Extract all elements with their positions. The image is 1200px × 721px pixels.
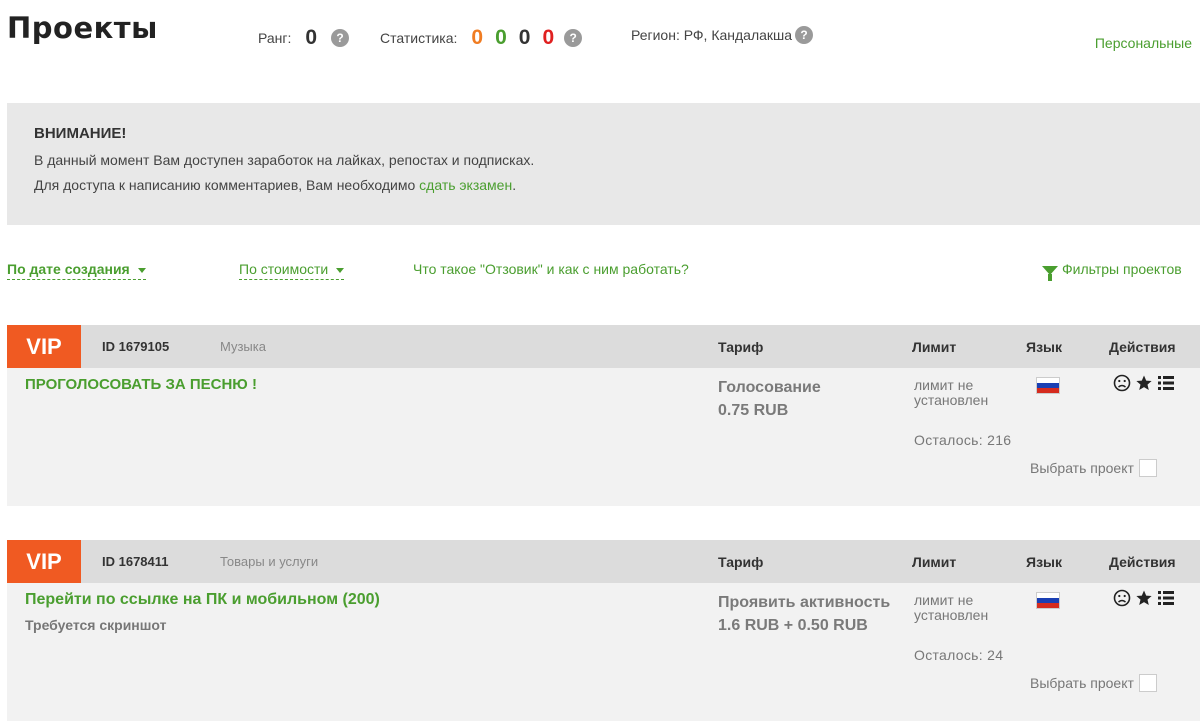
- notice-line-2-end: .: [512, 177, 517, 193]
- chevron-down-icon: [336, 267, 345, 273]
- project-limit: лимит не установлен: [914, 378, 988, 408]
- project-card-body: ПРОГОЛОСОВАТЬ ЗА ПЕСНЮ ! Голосование 0.7…: [7, 368, 1200, 506]
- select-project-checkbox[interactable]: [1138, 674, 1157, 692]
- column-language: Язык: [1026, 554, 1062, 570]
- project-card-header: VIP ID 1678411 Товары и услуги Тариф Лим…: [7, 540, 1200, 583]
- vip-badge: VIP: [7, 325, 81, 368]
- rank-stat: Ранг: 0 ?: [258, 26, 350, 50]
- list-icon[interactable]: [1157, 374, 1175, 392]
- column-tariff: Тариф: [718, 554, 764, 570]
- vip-badge: VIP: [7, 540, 81, 583]
- project-tariff: Голосование 0.75 RUB: [718, 376, 821, 422]
- stat-value-red: 0: [542, 26, 555, 49]
- filters-button[interactable]: Фильтры проектов: [1042, 261, 1182, 281]
- select-project[interactable]: Выбрать проект: [1030, 674, 1157, 692]
- sad-face-icon[interactable]: [1113, 374, 1131, 392]
- sort-by-date[interactable]: По дате создания: [7, 261, 146, 280]
- project-actions: [1113, 374, 1175, 392]
- filter-icon: [1042, 265, 1058, 281]
- stat-value-orange: 0: [471, 26, 484, 49]
- column-actions: Действия: [1109, 339, 1176, 355]
- column-actions: Действия: [1109, 554, 1176, 570]
- rank-label: Ранг:: [258, 30, 292, 46]
- project-card-body: Перейти по ссылке на ПК и мобильном (200…: [7, 583, 1200, 721]
- filters-label: Фильтры проектов: [1062, 261, 1182, 277]
- notice-line-2-text: Для доступа к написанию комментариев, Ва…: [34, 177, 416, 193]
- sort-by-price-label: По стоимости: [239, 261, 329, 277]
- limit-line-1: лимит не: [914, 377, 974, 393]
- select-project-label: Выбрать проект: [1030, 675, 1134, 691]
- project-id: ID 1679105: [102, 339, 170, 354]
- tariff-name: Голосование: [718, 379, 821, 396]
- statistics: Статистика: 0 0 0 0 ?: [380, 26, 583, 50]
- project-title[interactable]: Перейти по ссылке на ПК и мобильном (200…: [25, 591, 380, 609]
- sort-by-price[interactable]: По стоимости: [239, 261, 345, 280]
- russia-flag-icon: [1036, 377, 1060, 394]
- select-project-label: Выбрать проект: [1030, 460, 1134, 476]
- stats-label: Статистика:: [380, 30, 458, 46]
- column-tariff: Тариф: [718, 339, 764, 355]
- project-category: Музыка: [220, 339, 266, 354]
- limit-line-1: лимит не: [914, 592, 974, 608]
- select-project[interactable]: Выбрать проект: [1030, 459, 1157, 477]
- notice-line-1: В данный момент Вам доступен заработок н…: [34, 152, 535, 168]
- project-subtitle: Требуется скриншот: [25, 617, 167, 633]
- column-limit: Лимит: [912, 339, 957, 355]
- sad-face-icon[interactable]: [1113, 589, 1131, 607]
- remaining-count: Осталось: 216: [914, 432, 1012, 448]
- star-icon[interactable]: [1135, 374, 1153, 392]
- column-language: Язык: [1026, 339, 1062, 355]
- limit-line-2: установлен: [914, 607, 989, 623]
- column-limit: Лимит: [912, 554, 957, 570]
- limit-line-2: установлен: [914, 392, 989, 408]
- question-icon[interactable]: ?: [564, 29, 583, 47]
- project-actions: [1113, 589, 1175, 607]
- tariff-price: 0.75 RUB: [718, 402, 789, 419]
- project-tariff: Проявить активность 1.6 RUB + 0.50 RUB: [718, 591, 890, 637]
- project-limit: лимит не установлен: [914, 593, 988, 623]
- notice-line-2: Для доступа к написанию комментариев, Ва…: [34, 177, 516, 193]
- tariff-price: 1.6 RUB + 0.50 RUB: [718, 617, 868, 634]
- list-icon[interactable]: [1157, 589, 1175, 607]
- stat-value-green: 0: [495, 26, 507, 49]
- chevron-down-icon: [137, 267, 146, 273]
- star-icon[interactable]: [1135, 589, 1153, 607]
- project-category: Товары и услуги: [220, 554, 319, 569]
- select-project-checkbox[interactable]: [1138, 459, 1157, 477]
- region-stat: Регион: РФ, Кандалакша ?: [631, 26, 814, 44]
- question-icon[interactable]: ?: [331, 29, 350, 47]
- about-link[interactable]: Что такое "Отзовик" и как с ним работать…: [413, 261, 689, 277]
- personal-link[interactable]: Персональные: [1095, 35, 1192, 51]
- project-card-header: VIP ID 1679105 Музыка Тариф Лимит Язык Д…: [7, 325, 1200, 368]
- page-title: Проекты: [7, 11, 158, 45]
- remaining-count: Осталось: 24: [914, 647, 1004, 663]
- rank-value: 0: [305, 26, 318, 49]
- tariff-name: Проявить активность: [718, 594, 891, 611]
- notice-title: ВНИМАНИЕ!: [34, 125, 127, 142]
- stat-value-black: 0: [518, 26, 531, 49]
- russia-flag-icon: [1036, 592, 1060, 609]
- exam-link[interactable]: сдать экзамен: [419, 177, 512, 193]
- notice-box: ВНИМАНИЕ! В данный момент Вам доступен з…: [7, 103, 1200, 225]
- region-label: Регион: РФ, Кандалакша: [631, 27, 793, 43]
- sort-by-date-label: По дате создания: [7, 261, 130, 277]
- question-icon[interactable]: ?: [795, 26, 814, 44]
- project-title[interactable]: ПРОГОЛОСОВАТЬ ЗА ПЕСНЮ !: [25, 376, 257, 393]
- project-id: ID 1678411: [102, 554, 169, 569]
